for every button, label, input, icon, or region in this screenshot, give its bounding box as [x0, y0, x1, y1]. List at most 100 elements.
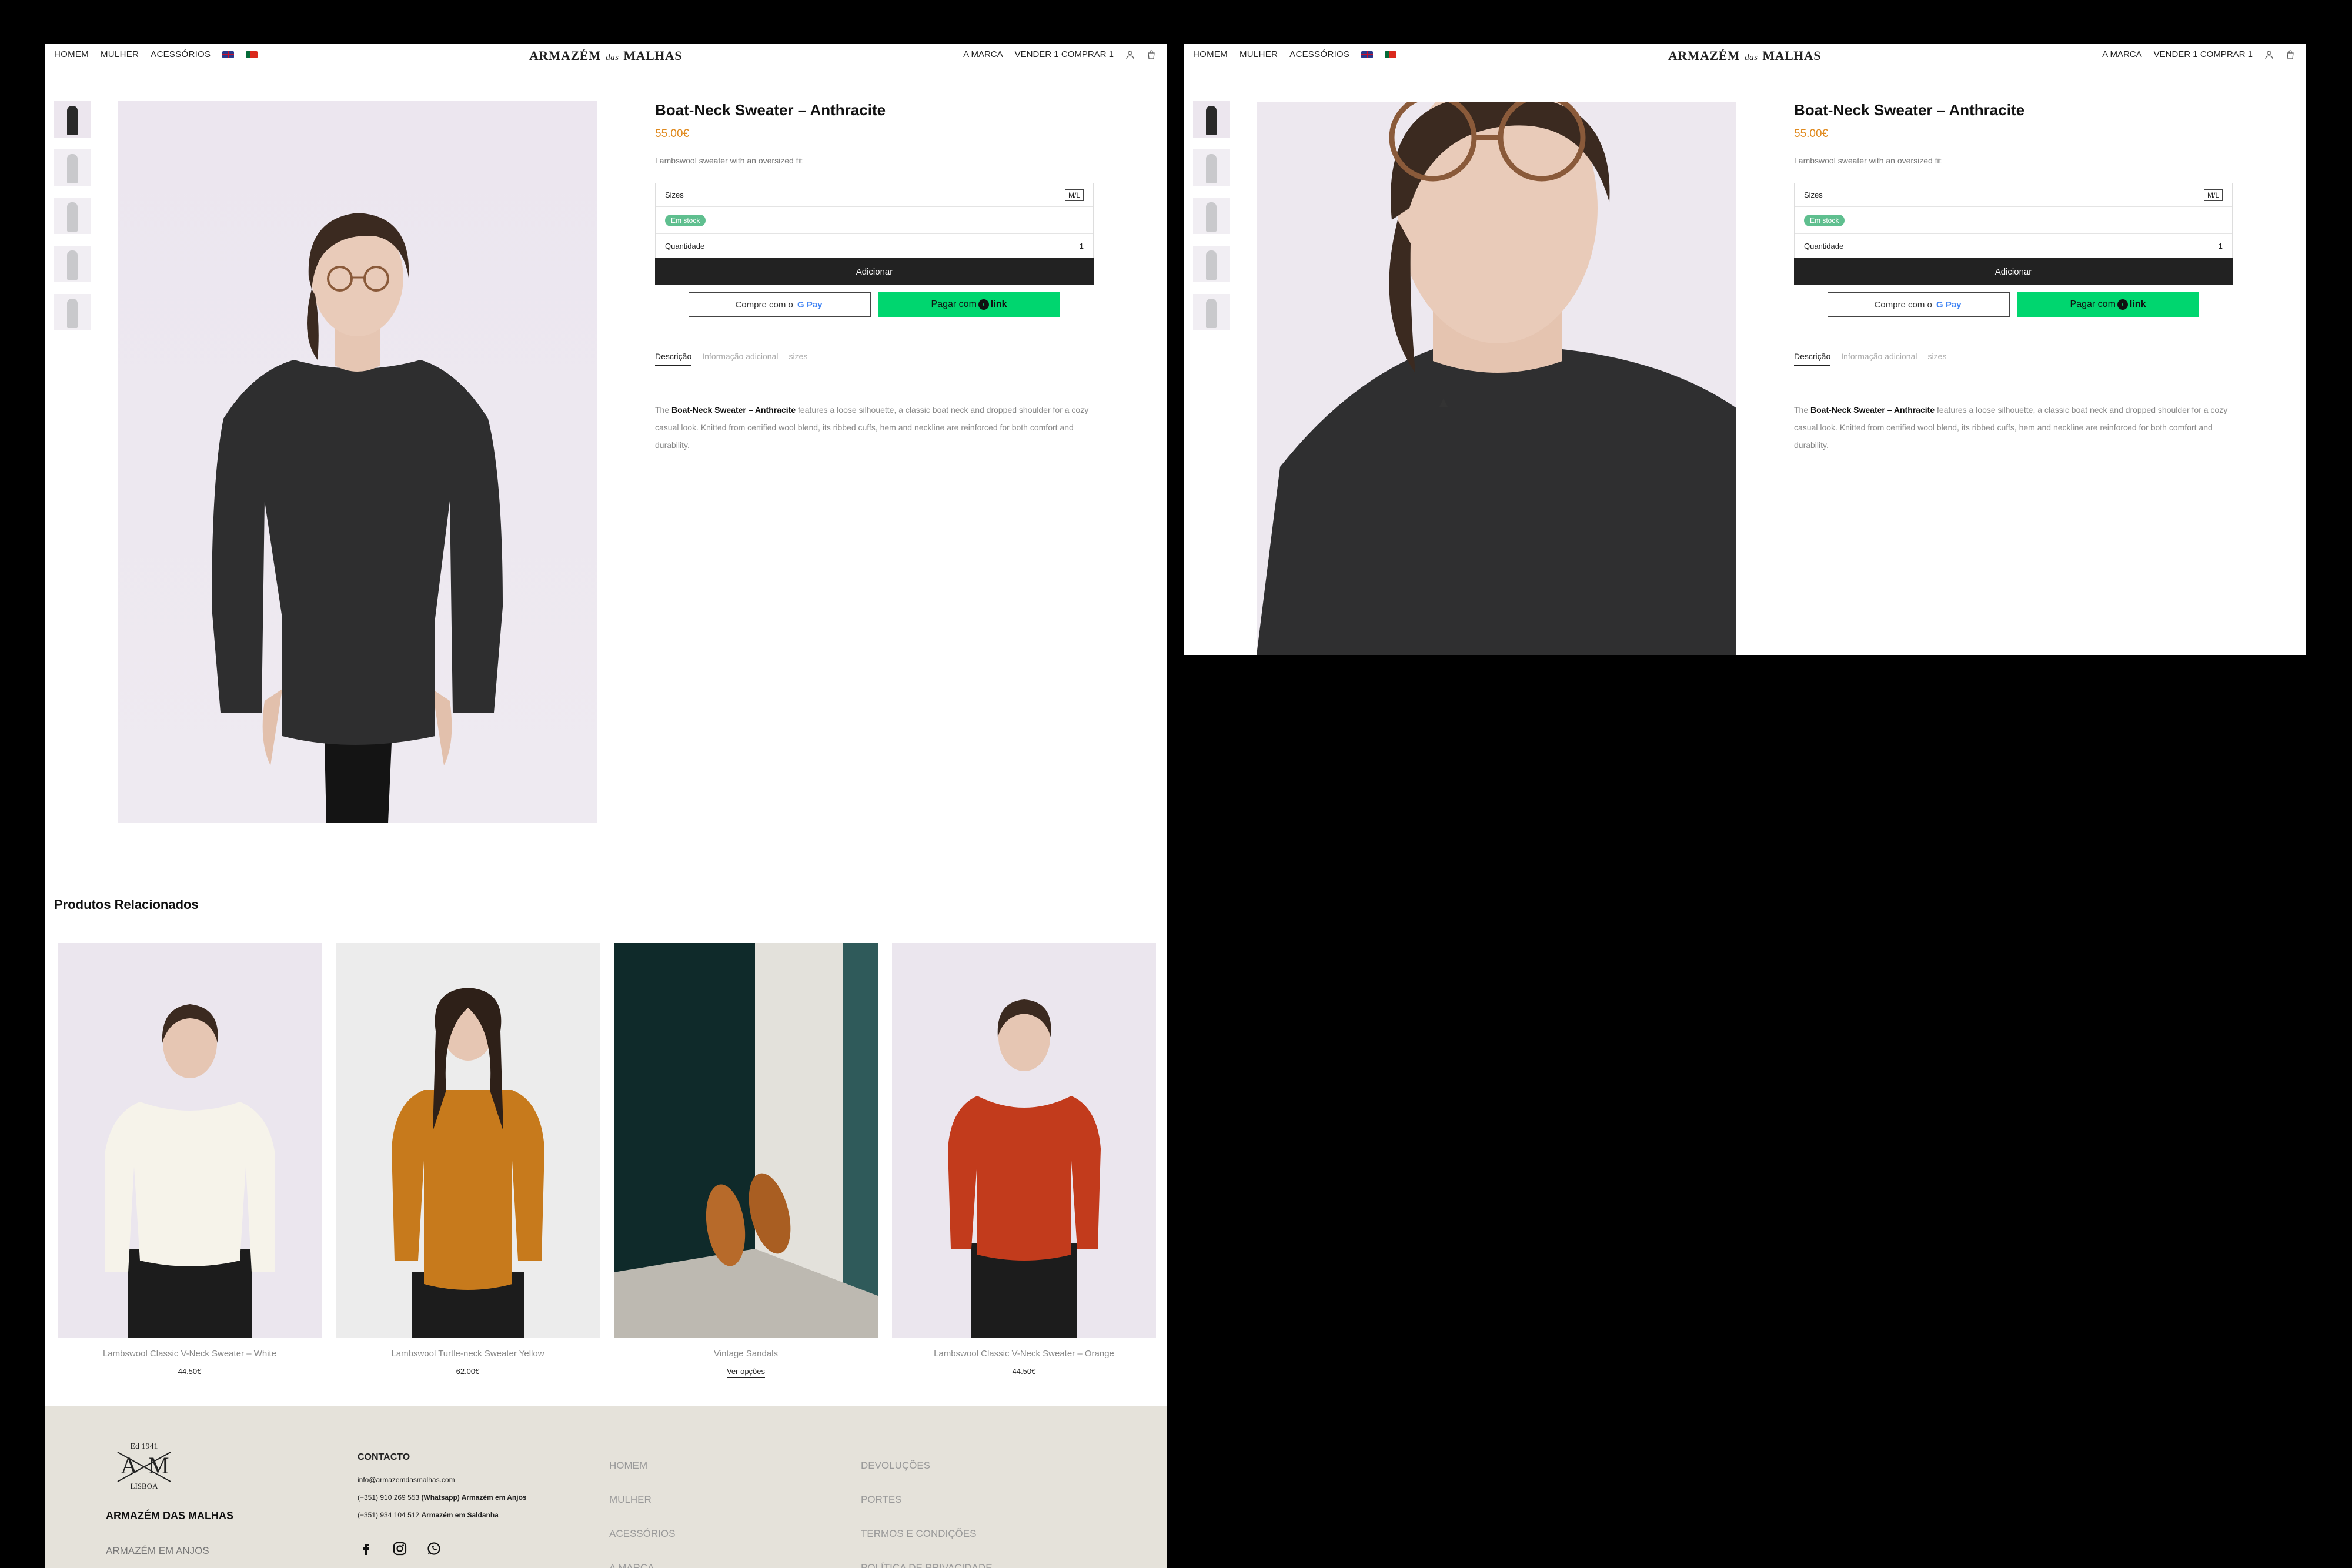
- quantity-input[interactable]: 1: [2219, 242, 2223, 250]
- nav-promo[interactable]: VENDER 1 COMPRAR 1: [2154, 49, 2253, 59]
- gpay-label: Compre com o: [735, 299, 793, 310]
- related-card[interactable]: Lambswool Turtle-neck Sweater Yellow 62.…: [336, 943, 600, 1378]
- desc-bold: Boat-Neck Sweater – Anthracite: [1810, 405, 1935, 414]
- related-image[interactable]: [614, 943, 878, 1338]
- product-summary: Boat-Neck Sweater – Anthracite 55.00€ La…: [1794, 101, 2233, 474]
- link-pay-button[interactable]: Pagar com › link: [878, 292, 1060, 317]
- footer-link[interactable]: POLÍTICA DE PRIVACIDADE: [861, 1551, 993, 1568]
- whatsapp-icon[interactable]: [427, 1542, 441, 1556]
- add-to-cart-button[interactable]: Adicionar: [1794, 258, 2233, 285]
- nav-promo[interactable]: VENDER 1 COMPRAR 1: [1015, 49, 1114, 59]
- related-image[interactable]: [58, 943, 322, 1338]
- tab-informacao[interactable]: Informação adicional: [702, 352, 778, 366]
- link-label: Pagar com: [931, 299, 977, 309]
- footer-store[interactable]: ARMAZÉM EM ANJOS: [106, 1545, 209, 1557]
- gallery-thumb[interactable]: [54, 101, 91, 138]
- footer-logo[interactable]: Ed 1941 A M LISBOA: [106, 1440, 182, 1491]
- footer-link[interactable]: A MARCA: [609, 1551, 675, 1568]
- logo-word-1: ARMAZÉM: [529, 48, 602, 63]
- contact-phone-2[interactable]: (+351) 934 104 512 Armazém em Saldanha: [358, 1506, 527, 1524]
- product-description: The Boat-Neck Sweater – Anthracite featu…: [655, 401, 1094, 454]
- footer-contact: CONTACTO info@armazemdasmalhas.com (+351…: [358, 1449, 527, 1524]
- nav-acessorios[interactable]: ACESSÓRIOS: [1289, 49, 1349, 59]
- portuguese-flag-icon[interactable]: [1385, 51, 1397, 58]
- gallery-thumb[interactable]: [1193, 246, 1230, 282]
- link-pay-button[interactable]: Pagar com › link: [2017, 292, 2199, 317]
- product-zoom-image[interactable]: [1257, 102, 1736, 655]
- google-pay-button[interactable]: Compre com o G Pay: [689, 292, 871, 317]
- product-main-image[interactable]: [118, 101, 597, 823]
- logo-word-2: das: [1745, 53, 1758, 62]
- main-nav: HOMEM MULHER ACESSÓRIOS: [54, 49, 258, 59]
- tab-sizes[interactable]: sizes: [789, 352, 807, 366]
- cart-icon[interactable]: [1147, 49, 1156, 59]
- instagram-icon[interactable]: [393, 1542, 407, 1556]
- tab-descricao[interactable]: Descrição: [1794, 352, 1831, 366]
- stock-row: Em stock: [656, 207, 1093, 234]
- header-right: A MARCA VENDER 1 COMPRAR 1: [963, 49, 1156, 59]
- footer-link[interactable]: HOMEM: [609, 1449, 675, 1483]
- footer-link[interactable]: MULHER: [609, 1483, 675, 1517]
- product-zoom-screenshot: HOMEM MULHER ACESSÓRIOS ARMAZÉM das MALH…: [1184, 44, 2306, 655]
- gallery-thumb[interactable]: [54, 149, 91, 186]
- related-card[interactable]: Lambswool Classic V-Neck Sweater – White…: [58, 943, 322, 1378]
- gallery-thumb[interactable]: [1193, 149, 1230, 186]
- nav-a-marca[interactable]: A MARCA: [2102, 49, 2142, 59]
- english-flag-icon[interactable]: [1361, 51, 1374, 58]
- related-image[interactable]: [336, 943, 600, 1338]
- gallery-thumb[interactable]: [54, 198, 91, 234]
- related-name[interactable]: Lambswool Turtle-neck Sweater Yellow: [336, 1349, 600, 1359]
- gpay-brand: G Pay: [797, 299, 823, 310]
- related-name[interactable]: Lambswool Classic V-Neck Sweater – Orang…: [892, 1349, 1156, 1359]
- product-page-screenshot: HOMEM MULHER ACESSÓRIOS ARMAZÉM das MALH…: [45, 44, 1167, 1568]
- size-option[interactable]: M/L: [1064, 189, 1084, 201]
- tab-informacao[interactable]: Informação adicional: [1841, 352, 1917, 366]
- add-to-cart-button[interactable]: Adicionar: [655, 258, 1094, 285]
- desc-prefix: The: [655, 405, 670, 414]
- product-short-description: Lambswool sweater with an oversized fit: [655, 156, 803, 165]
- tab-sizes[interactable]: sizes: [1927, 352, 1946, 366]
- view-options-link[interactable]: Ver opções: [726, 1367, 766, 1378]
- user-icon[interactable]: [1125, 50, 1135, 59]
- footer-link[interactable]: PORTES: [861, 1483, 993, 1517]
- nav-homem[interactable]: HOMEM: [1193, 49, 1228, 59]
- contact-phone-1[interactable]: (+351) 910 269 553 (Whatsapp) Armazém em…: [358, 1489, 527, 1506]
- tab-descricao[interactable]: Descrição: [655, 352, 692, 366]
- gallery-thumbnails: [1193, 101, 1230, 330]
- portuguese-flag-icon[interactable]: [246, 51, 258, 58]
- quantity-input[interactable]: 1: [1080, 242, 1084, 250]
- footer-link[interactable]: TERMOS E CONDIÇÕES: [861, 1517, 993, 1551]
- contact-email[interactable]: info@armazemdasmalhas.com: [358, 1471, 527, 1489]
- link-brand: link: [990, 299, 1007, 309]
- related-image[interactable]: [892, 943, 1156, 1338]
- related-name[interactable]: Vintage Sandals: [614, 1349, 878, 1359]
- gallery-thumb[interactable]: [54, 294, 91, 330]
- size-option[interactable]: M/L: [2203, 189, 2223, 201]
- related-name[interactable]: Lambswool Classic V-Neck Sweater – White: [58, 1349, 322, 1359]
- gallery-thumb[interactable]: [1193, 101, 1230, 138]
- gallery-thumb[interactable]: [1193, 294, 1230, 330]
- site-logo[interactable]: ARMAZÉM das MALHAS: [529, 48, 682, 63]
- related-card[interactable]: Vintage Sandals Ver opções: [614, 943, 878, 1378]
- english-flag-icon[interactable]: [222, 51, 235, 58]
- gallery-thumb[interactable]: [54, 246, 91, 282]
- nav-mulher[interactable]: MULHER: [1240, 49, 1278, 59]
- nav-homem[interactable]: HOMEM: [54, 49, 89, 59]
- facebook-icon[interactable]: [359, 1542, 373, 1556]
- google-pay-button[interactable]: Compre com o G Pay: [1828, 292, 2010, 317]
- footer-link[interactable]: DEVOLUÇÕES: [861, 1449, 993, 1483]
- related-card[interactable]: Lambswool Classic V-Neck Sweater – Orang…: [892, 943, 1156, 1378]
- user-icon[interactable]: [2264, 50, 2274, 59]
- related-price: 44.50€: [1012, 1367, 1036, 1376]
- logo-word-1: ARMAZÉM: [1668, 48, 1740, 63]
- nav-mulher[interactable]: MULHER: [101, 49, 139, 59]
- product-short-description: Lambswool sweater with an oversized fit: [1794, 156, 1942, 165]
- nav-a-marca[interactable]: A MARCA: [963, 49, 1003, 59]
- nav-acessorios[interactable]: ACESSÓRIOS: [151, 49, 211, 59]
- gallery-thumb[interactable]: [1193, 198, 1230, 234]
- site-logo[interactable]: ARMAZÉM das MALHAS: [1668, 48, 1821, 63]
- cart-icon[interactable]: [2286, 49, 2295, 59]
- gpay-brand: G Pay: [1936, 299, 1962, 310]
- desc-bold: Boat-Neck Sweater – Anthracite: [671, 405, 796, 414]
- footer-link[interactable]: ACESSÓRIOS: [609, 1517, 675, 1551]
